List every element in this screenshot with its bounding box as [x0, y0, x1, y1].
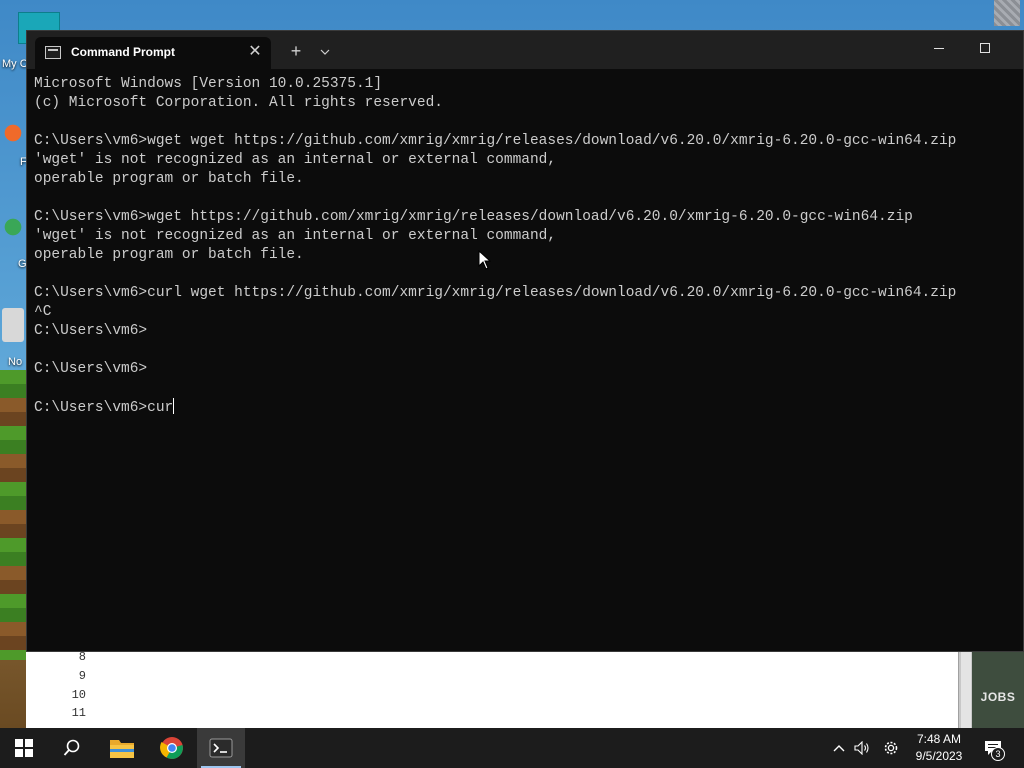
line-number: 11 [71, 706, 86, 720]
chrome-button[interactable] [148, 728, 196, 768]
volume-button[interactable] [851, 728, 873, 768]
line-number: 10 [71, 688, 86, 702]
desktop-icon-label: No [8, 356, 23, 368]
console-output[interactable]: Microsoft Windows [Version 10.0.25375.1]… [34, 75, 1014, 645]
title-bar[interactable]: Command Prompt ✕ + [27, 31, 1023, 69]
desktop-icon-label: My C [2, 58, 28, 70]
mouse-pointer-icon [478, 250, 492, 270]
line-number: 9 [78, 669, 86, 683]
console-current-input[interactable]: cur [147, 400, 173, 416]
background-editor-window[interactable]: 8 9 10 11 [26, 650, 958, 728]
notification-count-badge: 3 [991, 747, 1005, 761]
console-line: C:\Users\vm6>wget wget https://github.co… [34, 133, 957, 149]
command-prompt-window[interactable]: Command Prompt ✕ + Microsoft Windows [Ve… [26, 30, 1024, 652]
console-line: ^C [34, 304, 52, 320]
speaker-icon [854, 741, 869, 755]
console-prompt: C:\Users\vm6> [34, 400, 148, 416]
console-line: C:\Users\vm6>curl wget https://github.co… [34, 285, 957, 301]
background-scrollbar[interactable] [958, 652, 972, 728]
maximize-button[interactable] [962, 31, 1008, 63]
taskbar: 7:48 AM 9/5/2023 [0, 728, 1024, 768]
chevron-down-icon[interactable] [315, 39, 335, 63]
desktop-shortcut-icon[interactable] [2, 116, 24, 150]
show-hidden-icons-button[interactable] [828, 728, 850, 768]
clock-date: 9/5/2023 [915, 749, 963, 763]
console-line: C:\Users\vm6> [34, 361, 148, 377]
maximize-icon [980, 43, 990, 54]
desktop-shortcut-icon[interactable] [2, 210, 24, 244]
minimize-icon [934, 47, 944, 49]
search-icon [63, 739, 80, 756]
console-input-line[interactable]: C:\Users\vm6>cur [34, 398, 1014, 417]
chrome-icon [160, 737, 183, 759]
desktop-wallpaper-strip [0, 370, 26, 660]
file-explorer-icon [110, 740, 134, 758]
clock-time: 7:48 AM [916, 732, 962, 746]
notepad-icon[interactable] [2, 308, 24, 342]
desktop-tile [994, 0, 1020, 26]
console-line: 'wget' is not recognized as an internal … [34, 228, 557, 244]
start-button[interactable] [0, 728, 48, 768]
file-explorer-button[interactable] [98, 728, 146, 768]
new-tab-button[interactable]: + [285, 39, 307, 63]
tab-title: Command Prompt [71, 45, 176, 59]
terminal-button[interactable] [197, 728, 245, 768]
console-line: operable program or batch file. [34, 247, 304, 263]
text-caret [173, 398, 175, 414]
jobs-label: JOBS [980, 690, 1016, 704]
console-line: operable program or batch file. [34, 171, 304, 187]
console-line: C:\Users\vm6>wget https://github.com/xmr… [34, 209, 913, 225]
terminal-icon [209, 738, 233, 758]
settings-button[interactable] [879, 728, 903, 768]
search-button[interactable] [48, 728, 96, 768]
chevron-up-icon [833, 745, 845, 752]
console-line: Microsoft Windows [Version 10.0.25375.1] [34, 76, 383, 92]
minimize-button[interactable] [916, 31, 962, 63]
gear-icon [884, 741, 898, 755]
windows-icon [15, 739, 33, 757]
clock[interactable]: 7:48 AM 9/5/2023 [908, 731, 970, 765]
close-tab-icon[interactable]: ✕ [245, 41, 265, 63]
console-line: C:\Users\vm6> [34, 323, 148, 339]
console-line: (c) Microsoft Corporation. All rights re… [34, 95, 443, 111]
console-line: 'wget' is not recognized as an internal … [34, 152, 557, 168]
tab-command-prompt[interactable]: Command Prompt ✕ [35, 37, 271, 69]
cmd-icon [45, 46, 61, 59]
scrollbar-thumb[interactable] [961, 652, 971, 728]
line-number: 8 [78, 650, 86, 664]
